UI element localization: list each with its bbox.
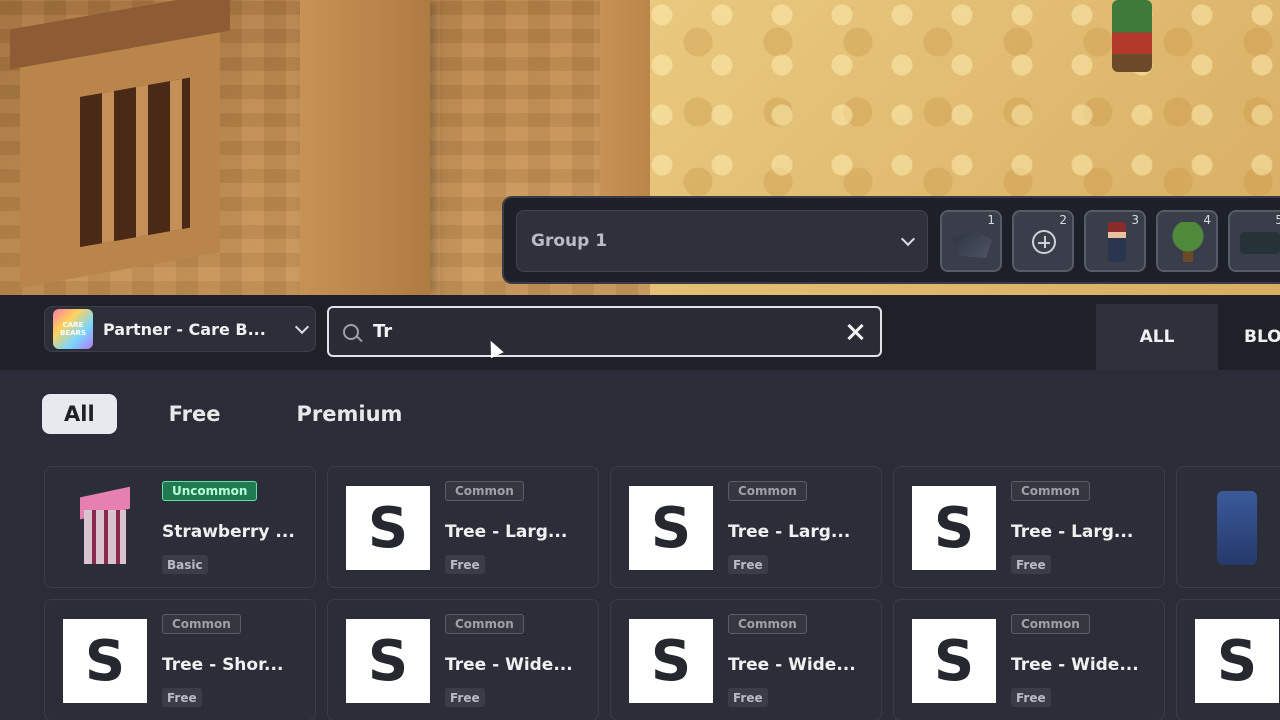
item-title: Strawberry ...: [162, 522, 295, 542]
chevron-down-icon: [900, 231, 916, 246]
s-logo-thumbnail: S: [912, 619, 996, 703]
rarity-badge: Common: [445, 614, 524, 634]
item-grid: Uncommon Strawberry ... Basic S Common T…: [44, 466, 1280, 720]
slot-number: 2: [1059, 213, 1067, 227]
s-logo-thumbnail: S: [629, 486, 713, 570]
hotbar-slots: 1 2 3 4 5: [940, 210, 1280, 272]
s-logo-thumbnail: S: [1195, 619, 1279, 703]
rarity-badge: Common: [162, 614, 241, 634]
item-card[interactable]: S Common Tree - Larg... Free: [610, 466, 882, 588]
partner-name: Partner - Care B...: [103, 319, 266, 339]
rarity-badge: Uncommon: [162, 481, 258, 501]
item-title: Tree - Shor...: [162, 655, 284, 675]
item-tag: Free: [162, 688, 202, 707]
item-title: Tree - Wide...: [445, 655, 573, 675]
partner-dropdown[interactable]: CARE BEARS Partner - Care B...: [44, 306, 316, 352]
item-card[interactable]: S Common Tree - Wide... Free: [610, 599, 882, 720]
hotbar-slot[interactable]: 1: [940, 210, 1002, 272]
house-thumbnail: [63, 486, 147, 570]
search-icon: [343, 323, 359, 340]
chevron-down-icon: [294, 319, 310, 334]
character-icon: [1108, 222, 1126, 262]
plus-icon: [1032, 230, 1056, 254]
tab-all[interactable]: ALL: [1096, 304, 1218, 370]
slot-number: 5: [1275, 213, 1280, 227]
group-label: Group 1: [531, 231, 608, 251]
s-logo-thumbnail: S: [346, 486, 430, 570]
item-card[interactable]: S Common Tree - Wide... Free: [893, 599, 1165, 720]
item-tag: Free: [445, 555, 485, 574]
s-logo-thumbnail: S: [63, 619, 147, 703]
wolf-icon: [952, 230, 992, 258]
price-filters: All Free Premium: [42, 394, 454, 434]
item-card[interactable]: S Common Tree - Wide... Free: [327, 599, 599, 720]
rarity-badge: Common: [1011, 481, 1090, 501]
item-card[interactable]: S Common Tree - Larg... Free: [327, 466, 599, 588]
barred-window: [10, 0, 230, 288]
item-tag: Free: [1011, 688, 1051, 707]
item-title: Tree - Wide...: [728, 655, 856, 675]
rarity-badge: Common: [1011, 614, 1090, 634]
search-input[interactable]: [373, 321, 844, 342]
hotbar-slot[interactable]: 2: [1012, 210, 1074, 272]
item-card[interactable]: Uncommon Strawberry ... Basic: [44, 466, 316, 588]
item-tag: Basic: [162, 555, 208, 574]
pillar: [300, 0, 430, 295]
s-logo-thumbnail: S: [629, 619, 713, 703]
item-tag: Free: [728, 555, 768, 574]
hotbar-slot[interactable]: 5: [1228, 210, 1280, 272]
tree-icon: [1168, 222, 1208, 262]
rarity-badge: Common: [728, 481, 807, 501]
hotbar-slot[interactable]: 4: [1156, 210, 1218, 272]
group-dropdown[interactable]: Group 1: [516, 210, 928, 272]
hotbar-slot[interactable]: 3: [1084, 210, 1146, 272]
item-card[interactable]: S Common Tree - Larg... Free: [893, 466, 1165, 588]
panel-header: CARE BEARS Partner - Care B... ALL BLO: [0, 295, 1280, 370]
filter-free[interactable]: Free: [145, 394, 245, 434]
filter-all[interactable]: All: [42, 394, 117, 434]
clear-search-icon[interactable]: [844, 321, 866, 343]
item-title: Tree - Larg...: [1011, 522, 1134, 542]
rarity-badge: Common: [445, 481, 524, 501]
car-icon: [1240, 232, 1280, 254]
search-box: [327, 306, 882, 357]
item-tag: Free: [728, 688, 768, 707]
tab-blocks[interactable]: BLO: [1218, 304, 1280, 370]
rarity-badge: Common: [728, 614, 807, 634]
player-character[interactable]: [1112, 0, 1152, 72]
item-card[interactable]: [1176, 466, 1280, 588]
item-tag: Free: [1011, 555, 1051, 574]
item-title: Tree - Larg...: [445, 522, 568, 542]
item-tag: Free: [445, 688, 485, 707]
item-title: Tree - Wide...: [1011, 655, 1139, 675]
camera-thumbnail: [1195, 486, 1279, 570]
filter-premium[interactable]: Premium: [273, 394, 427, 434]
s-logo-thumbnail: S: [346, 619, 430, 703]
item-card[interactable]: S: [1176, 599, 1280, 720]
slot-number: 1: [987, 213, 995, 227]
s-logo-thumbnail: S: [912, 486, 996, 570]
item-title: Tree - Larg...: [728, 522, 851, 542]
category-tabs: ALL BLO: [1096, 304, 1280, 370]
item-card[interactable]: S Common Tree - Shor... Free: [44, 599, 316, 720]
hotbar: Group 1 1 2 3 4 5: [502, 196, 1280, 284]
slot-number: 3: [1131, 213, 1139, 227]
care-bears-logo: CARE BEARS: [53, 309, 93, 349]
